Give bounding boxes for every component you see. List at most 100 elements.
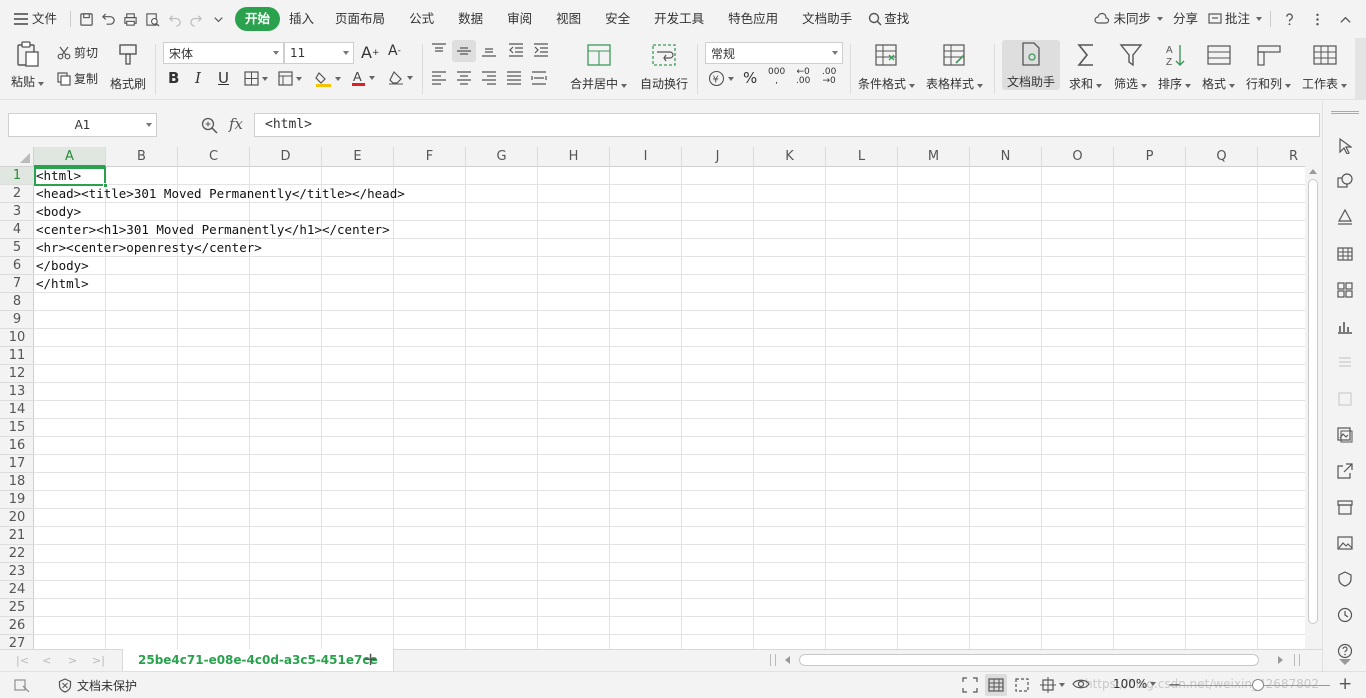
customize-dropdown-icon[interactable] — [207, 8, 229, 30]
picture-icon[interactable] — [1335, 533, 1355, 553]
row-header[interactable]: 27 — [0, 635, 34, 649]
cell-a4[interactable]: <center><h1>301 Moved Permanently</h1></… — [36, 221, 390, 239]
tab-view[interactable]: 视图 — [544, 7, 593, 31]
first-sheet-icon[interactable]: |< — [16, 654, 29, 667]
row-header[interactable]: 19 — [0, 491, 34, 509]
cut-button[interactable]: 剪切 — [57, 44, 98, 61]
column-header[interactable]: O — [1042, 147, 1114, 167]
row-header[interactable]: 12 — [0, 365, 34, 383]
fullscreen-icon[interactable] — [962, 677, 978, 693]
sidebar-collapse-icon[interactable] — [1339, 659, 1351, 665]
align-middle-icon[interactable] — [452, 40, 476, 62]
column-header[interactable]: G — [466, 147, 538, 167]
column-header[interactable]: H — [538, 147, 610, 167]
row-header[interactable]: 17 — [0, 455, 34, 473]
row-header[interactable]: 5 — [0, 239, 34, 257]
print-preview-icon[interactable] — [141, 8, 163, 30]
scroll-left-icon[interactable] — [785, 656, 790, 664]
justify-icon[interactable] — [506, 71, 522, 85]
row-header[interactable]: 23 — [0, 563, 34, 581]
column-header[interactable]: Q — [1186, 147, 1258, 167]
decrease-indent-icon[interactable] — [508, 43, 524, 57]
doc-assistant-button[interactable]: 文档助手 — [1002, 40, 1060, 90]
row-header[interactable]: 26 — [0, 617, 34, 635]
percent-icon[interactable]: % — [743, 69, 757, 87]
tab-page-layout[interactable]: 页面布局 — [323, 7, 397, 31]
file-menu[interactable]: 文件 — [0, 7, 66, 31]
tab-review[interactable]: 审阅 — [495, 7, 544, 31]
row-header[interactable]: 1 — [0, 167, 34, 185]
row-header[interactable]: 7 — [0, 275, 34, 293]
redo-icon[interactable] — [185, 8, 207, 30]
formula-input[interactable]: <html> — [254, 113, 1320, 137]
share-export-icon[interactable] — [1335, 461, 1355, 481]
sheet-tab[interactable]: 25be4c71-e08e-4c0d-a3c5-451e7ce — [122, 649, 394, 672]
cell-a7[interactable]: </html> — [36, 275, 89, 293]
page-break-view-icon[interactable] — [1014, 677, 1030, 693]
select-all-corner[interactable] — [0, 147, 34, 167]
add-sheet-button[interactable]: + — [363, 649, 378, 670]
increase-font-icon[interactable]: A + — [361, 43, 380, 62]
row-header[interactable]: 9 — [0, 311, 34, 329]
column-header[interactable]: D — [250, 147, 322, 167]
sum-button[interactable]: 求和 — [1069, 40, 1103, 92]
table-icon[interactable] — [1335, 244, 1355, 264]
column-header[interactable]: A — [34, 147, 106, 167]
column-header[interactable]: M — [898, 147, 970, 167]
row-header[interactable]: 14 — [0, 401, 34, 419]
align-left-icon[interactable] — [431, 71, 447, 85]
font-color-icon[interactable]: A — [351, 69, 375, 86]
select-pointer-icon[interactable] — [1335, 136, 1355, 156]
help-circle-icon[interactable] — [1335, 641, 1355, 661]
macro-record-icon[interactable] — [14, 677, 30, 693]
paste-button[interactable]: 粘贴 — [11, 40, 45, 90]
wrap-text-button[interactable]: 自动换行 — [640, 40, 688, 92]
align-right-icon[interactable] — [481, 71, 497, 85]
scroll-right-icon[interactable] — [1278, 656, 1283, 664]
column-header[interactable]: B — [106, 147, 178, 167]
splitter-handle[interactable] — [770, 654, 776, 666]
font-name-select[interactable]: 宋体 — [163, 42, 284, 64]
zoom-formula-icon[interactable] — [201, 117, 218, 137]
scroll-up-icon[interactable] — [1309, 169, 1317, 174]
save-icon[interactable] — [75, 8, 97, 30]
page-layout-view-icon[interactable] — [1040, 677, 1065, 693]
shapes-icon[interactable] — [1335, 171, 1355, 191]
table-style-button[interactable]: 表格样式 — [926, 40, 984, 92]
column-header[interactable]: J — [682, 147, 754, 167]
conditional-format-button[interactable]: 条件格式 — [858, 40, 916, 92]
column-header[interactable]: K — [754, 147, 826, 167]
sort-button[interactable]: AZ 排序 — [1158, 40, 1192, 92]
tab-home[interactable]: 开始 — [235, 7, 281, 31]
tab-insert[interactable]: 插入 — [280, 7, 323, 31]
horizontal-scroll-thumb[interactable] — [799, 654, 1259, 666]
zoom-slider-knob[interactable] — [1252, 679, 1264, 691]
column-header[interactable]: L — [826, 147, 898, 167]
decrease-font-icon[interactable]: A- — [388, 43, 401, 59]
underline-icon[interactable]: U — [218, 69, 229, 87]
cell-a6[interactable]: </body> — [36, 257, 89, 275]
merge-center-button[interactable]: 合并居中 — [570, 40, 628, 92]
fill-handle[interactable] — [103, 183, 108, 188]
decrease-decimal-icon[interactable]: .00 →0 — [822, 68, 836, 86]
tab-data[interactable]: 数据 — [446, 7, 495, 31]
row-header[interactable]: 16 — [0, 437, 34, 455]
cell-area[interactable]: <html> <head><title>301 Moved Permanently… — [34, 167, 1305, 649]
column-header[interactable]: I — [610, 147, 682, 167]
column-header[interactable]: C — [178, 147, 250, 167]
row-header[interactable]: 3 — [0, 203, 34, 221]
row-col-button[interactable]: 行和列 — [1246, 40, 1292, 92]
currency-icon[interactable]: ¥ — [708, 70, 734, 87]
history-icon[interactable] — [1335, 605, 1355, 625]
style-icon[interactable] — [1335, 207, 1355, 227]
active-cell[interactable] — [34, 167, 108, 188]
increase-indent-icon[interactable] — [533, 43, 549, 57]
next-sheet-icon[interactable]: > — [68, 654, 77, 667]
align-center-icon[interactable] — [456, 71, 472, 85]
row-header[interactable]: 11 — [0, 347, 34, 365]
row-header[interactable]: 24 — [0, 581, 34, 599]
comment-button[interactable]: 批注 — [1204, 7, 1266, 31]
format-painter-button[interactable]: 格式刷 — [110, 40, 146, 92]
row-header[interactable]: 6 — [0, 257, 34, 275]
row-header[interactable]: 22 — [0, 545, 34, 563]
